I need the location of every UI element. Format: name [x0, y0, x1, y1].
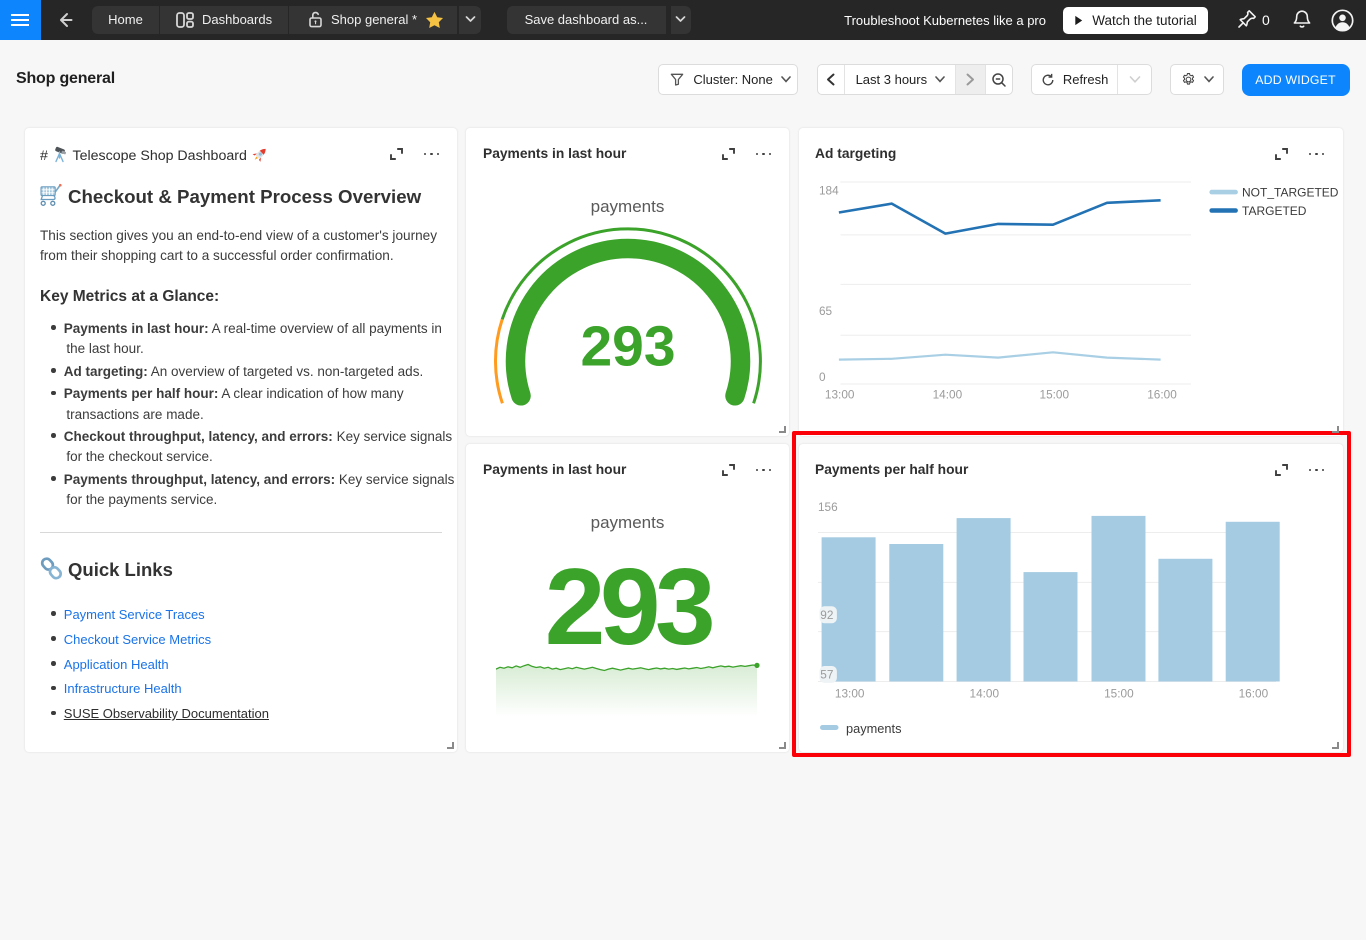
svg-text:0: 0: [819, 370, 826, 384]
svg-text:15:00: 15:00: [1040, 388, 1070, 402]
svg-text:184: 184: [819, 184, 839, 198]
svg-text:NOT_TARGETED: NOT_TARGETED: [1242, 186, 1339, 200]
svg-text:65: 65: [819, 304, 833, 318]
svg-text:payments: payments: [846, 721, 901, 736]
svg-text:13:00: 13:00: [825, 388, 855, 402]
svg-text:16:00: 16:00: [1239, 687, 1269, 701]
svg-text:16:00: 16:00: [1147, 388, 1177, 402]
svg-text:156: 156: [818, 500, 838, 514]
svg-text:15:00: 15:00: [1104, 687, 1134, 701]
svg-text:293: 293: [580, 315, 675, 379]
svg-text:57: 57: [820, 668, 833, 682]
svg-text:293: 293: [545, 546, 712, 655]
svg-text:13:00: 13:00: [835, 687, 865, 701]
svg-text:14:00: 14:00: [933, 388, 963, 402]
svg-text:14:00: 14:00: [970, 687, 1000, 701]
svg-text:92: 92: [820, 608, 833, 622]
svg-text:TARGETED: TARGETED: [1242, 204, 1307, 218]
